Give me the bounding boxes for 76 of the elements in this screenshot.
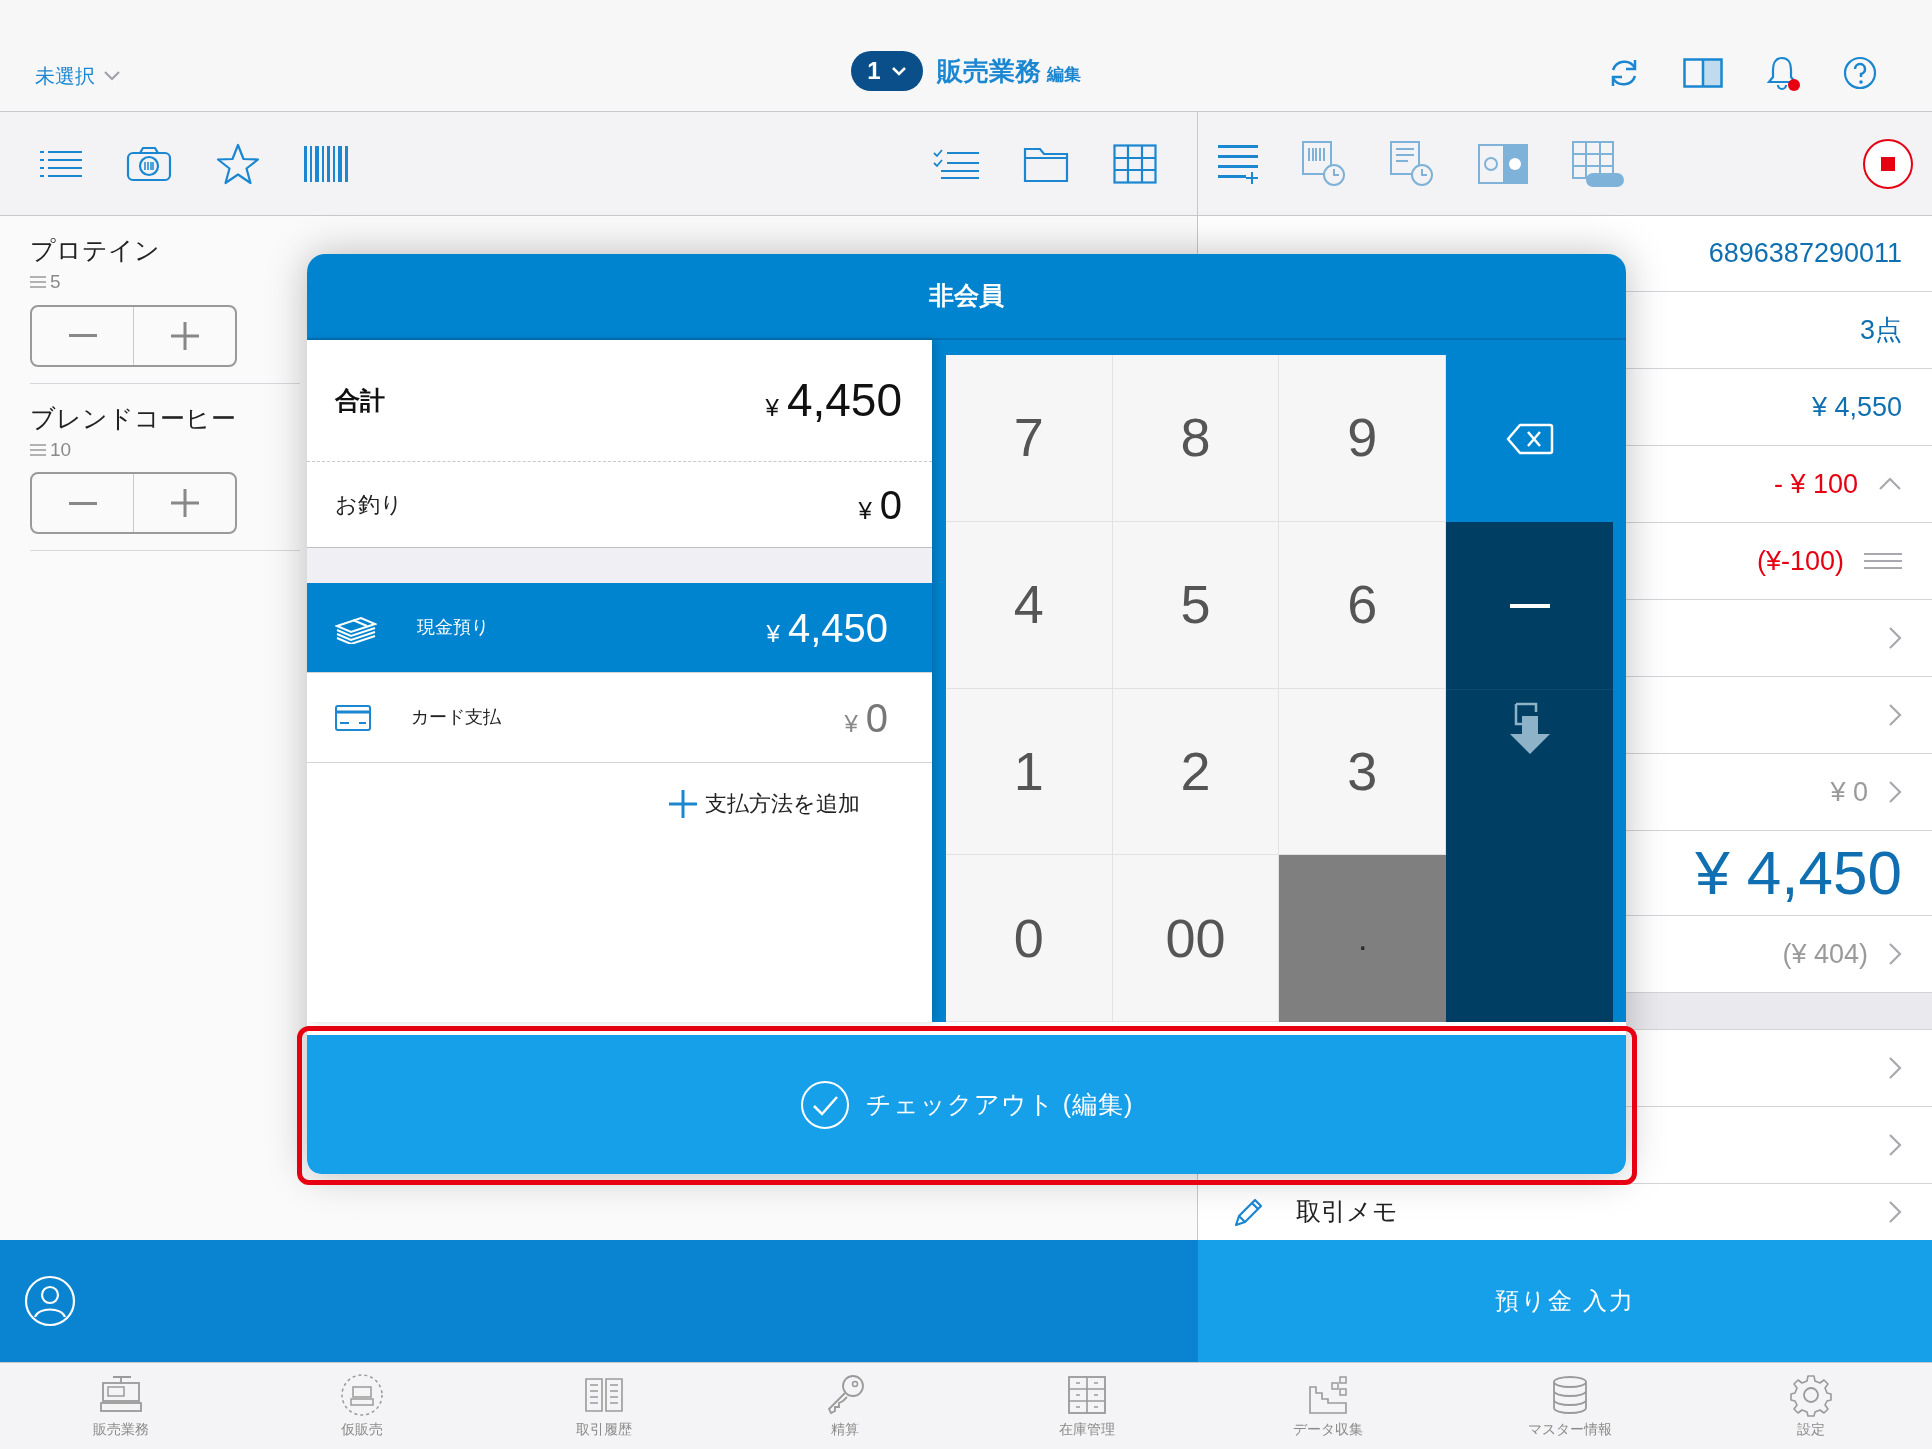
- minus-icon: [1509, 603, 1550, 608]
- add-payment-link[interactable]: 支払方法を追加: [669, 787, 860, 820]
- currency-symbol: ¥: [765, 393, 779, 423]
- quantity-icon: [30, 443, 46, 456]
- payment-amount: 0: [865, 694, 888, 742]
- minus-icon: [68, 334, 97, 337]
- total-label: 合計: [335, 384, 385, 416]
- settings-icon: [1789, 1372, 1834, 1417]
- plus-icon: [170, 489, 199, 517]
- camera-icon[interactable]: [126, 145, 172, 182]
- quantity: 5: [50, 270, 61, 294]
- keypad-key[interactable]: 4: [946, 521, 1113, 689]
- minus-icon: [68, 501, 97, 505]
- dialog-title: 非会員: [929, 280, 1004, 312]
- star-icon[interactable]: [216, 142, 260, 185]
- total-amount: 4,450: [786, 373, 902, 428]
- payment-label: カード支払: [411, 706, 502, 729]
- decimal-key[interactable]: .: [1279, 855, 1446, 1022]
- chevron-down-icon: [890, 66, 907, 76]
- checklist-icon[interactable]: [933, 148, 979, 179]
- payment-amount: 4,450: [787, 604, 888, 652]
- help-icon[interactable]: [1843, 56, 1877, 90]
- staff-selector[interactable]: 未選択: [35, 61, 121, 91]
- register-dashed-icon: [340, 1372, 385, 1417]
- summary-value: - ¥ 100: [1773, 467, 1858, 501]
- keypad-key[interactable]: 2: [1112, 688, 1280, 856]
- grand-total: ¥ 4,450: [1695, 838, 1902, 908]
- summary-value: (¥ 404): [1782, 937, 1868, 971]
- chevron-down-icon: [103, 70, 121, 82]
- grid-toggle-icon[interactable]: [1572, 140, 1624, 187]
- payment-method-row[interactable]: カード支払 ¥ 0: [307, 673, 932, 763]
- total-label: お釣り: [335, 491, 403, 519]
- payment-label: 現金預り: [417, 616, 490, 639]
- user-icon[interactable]: [24, 1275, 76, 1327]
- keypad-key[interactable]: 5: [1112, 521, 1280, 689]
- keypad-key[interactable]: 0: [946, 855, 1113, 1022]
- product-name: ブレンドコーヒー: [30, 402, 237, 434]
- toggle-check-icon[interactable]: [1478, 143, 1528, 184]
- keypad-key[interactable]: 00: [1112, 855, 1280, 1022]
- summary-value: (¥-100): [1756, 544, 1844, 578]
- product-name: プロテイン: [30, 235, 161, 266]
- list-add-icon[interactable]: [1218, 142, 1258, 185]
- credit-card-icon: [335, 704, 371, 731]
- summary-value: ¥ 4,550: [1811, 390, 1902, 424]
- keypad-key[interactable]: 3: [1279, 688, 1446, 856]
- bell-icon[interactable]: [1765, 55, 1801, 91]
- currency-symbol: ¥: [858, 495, 872, 526]
- keypad-key[interactable]: 8: [1112, 355, 1280, 522]
- keypad-key[interactable]: 7: [946, 355, 1113, 522]
- summary-value: 3点: [1859, 313, 1902, 347]
- register-selector[interactable]: 1: [851, 51, 923, 91]
- barcode-clock-icon[interactable]: [1302, 140, 1346, 187]
- currency-symbol: ¥: [766, 618, 780, 649]
- keypad-key[interactable]: 1: [946, 688, 1113, 856]
- check-circle-icon: [799, 1079, 850, 1130]
- currency-symbol: ¥: [844, 708, 858, 739]
- payment-method-row[interactable]: 現金預り ¥ 4,450: [307, 583, 932, 673]
- quantity: 10: [50, 437, 72, 462]
- list-clock-icon[interactable]: [1390, 140, 1434, 187]
- mode-label: 編集: [1046, 63, 1081, 86]
- split-view-icon[interactable]: [1683, 58, 1723, 88]
- keypad-key[interactable]: 6: [1279, 521, 1446, 689]
- screen-title: 販売業務: [936, 54, 1041, 88]
- keypad-key[interactable]: 9: [1279, 355, 1446, 522]
- list-icon[interactable]: [40, 148, 82, 179]
- grid-icon[interactable]: [1113, 143, 1157, 184]
- stop-button-icon[interactable]: [1862, 137, 1914, 190]
- memo-label: 取引メモ: [1296, 1196, 1399, 1228]
- backspace-icon: [1505, 422, 1554, 455]
- quantity-icon: [30, 276, 46, 289]
- total-amount: 0: [879, 481, 902, 529]
- plus-icon: [669, 789, 697, 818]
- barcode-icon[interactable]: [304, 145, 348, 182]
- summary-value: 6896387290011: [1708, 237, 1902, 271]
- plus-icon: [170, 321, 199, 350]
- summary-value: ¥ 0: [1830, 775, 1868, 809]
